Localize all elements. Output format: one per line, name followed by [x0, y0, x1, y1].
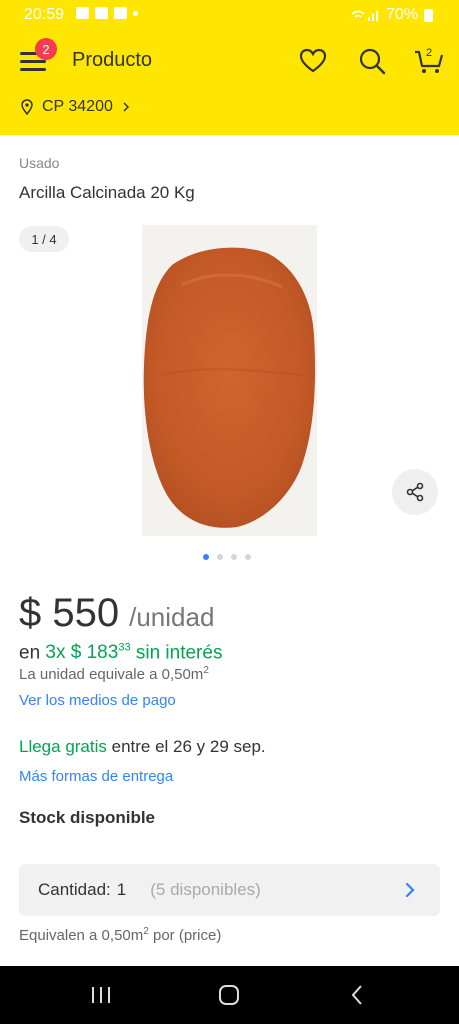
unit-equivalence: La unidad equivale a 0,50m2 [19, 665, 209, 683]
notification-icons [76, 7, 138, 19]
more-notifications-icon [133, 11, 138, 16]
gallery-dot[interactable] [245, 554, 251, 560]
back-icon[interactable] [343, 982, 373, 1008]
favorite-heart-icon[interactable] [298, 46, 328, 76]
product-title: Arcilla Calcinada 20 Kg [19, 183, 195, 202]
system-navigation-bar [0, 966, 459, 1024]
page-title: Producto [72, 49, 153, 71]
share-button[interactable] [392, 469, 438, 515]
cloud-notification-icon [95, 7, 108, 19]
system-status: 70% [350, 6, 433, 24]
price-unit: /unidad [129, 602, 215, 632]
stock-status: Stock disponible [19, 808, 156, 827]
cart-count: 2 [426, 47, 432, 59]
share-icon [406, 482, 424, 502]
installments-cents: 33 [118, 642, 131, 654]
search-icon[interactable] [357, 46, 387, 76]
gallery-dot[interactable] [231, 554, 237, 560]
quantity-available: (5 disponibles) [150, 880, 261, 899]
installments-prefix: en [19, 642, 41, 664]
status-time: 20:59 [24, 6, 65, 23]
price: $ 550 /unidad [19, 591, 214, 636]
installments: en 3x $ 18333 sin interés [19, 642, 222, 664]
battery-percent: 70% [385, 6, 418, 23]
free-shipping-label: Llega gratis [19, 737, 107, 756]
product-condition: Usado [19, 155, 60, 171]
installments-suffix: sin interés [135, 642, 223, 664]
app-notification-icon [114, 7, 127, 19]
payment-methods-link[interactable]: Ver los medios de pago [19, 692, 176, 709]
status-bar: 20:59 70% [0, 0, 459, 30]
chevron-right-icon [123, 102, 129, 112]
gallery-dot[interactable] [203, 554, 209, 560]
chevron-right-icon [405, 882, 415, 898]
shipping-dates: entre el 26 y 29 sep. [106, 737, 266, 756]
more-shipping-link[interactable]: Más formas de entrega [19, 768, 173, 785]
quantity-label: Cantidad: [38, 880, 111, 899]
product-image[interactable] [142, 225, 317, 536]
gallery-pagination [203, 554, 251, 560]
price-amount: $ 550 [19, 591, 120, 635]
location-pin-icon [21, 99, 33, 115]
home-icon[interactable] [214, 982, 244, 1008]
footer-equivalence: Equivalen a 0,50m2 por (price) [19, 926, 222, 944]
location-label: CP 34200 [42, 98, 113, 115]
gallery-dot[interactable] [217, 554, 223, 560]
installments-amount: 3x $ 18333 [45, 642, 131, 664]
gallery-counter: 1 / 4 [19, 226, 69, 252]
cart-icon[interactable]: 2 [412, 42, 446, 76]
wifi-signal-icon [351, 10, 378, 21]
recent-apps-icon[interactable] [86, 982, 116, 1008]
gallery-notification-icon [76, 7, 89, 19]
battery-icon [424, 8, 433, 22]
shipping-info: Llega gratis entre el 26 y 29 sep. [19, 737, 266, 757]
quantity-selector[interactable]: Cantidad: 1 (5 disponibles) [19, 864, 440, 916]
clay-powder-image [142, 225, 317, 536]
menu-notification-badge: 2 [35, 38, 57, 60]
location-selector[interactable]: CP 34200 [20, 98, 131, 116]
quantity-value: 1 [116, 880, 127, 899]
app-header: 2 Producto 2 CP 34200 [0, 30, 459, 135]
